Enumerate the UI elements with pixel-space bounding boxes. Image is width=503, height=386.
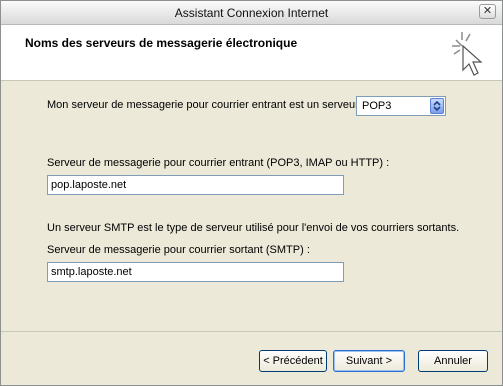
smtp-info-text: Un serveur SMTP est le type de serveur u… (47, 222, 460, 234)
title-bar[interactable]: Assistant Connexion Internet ✕ (1, 1, 502, 25)
incoming-server-label: Serveur de messagerie pour courrier entr… (47, 157, 390, 169)
incoming-server-type-value: POP3 (362, 100, 392, 112)
chevron-down-icon[interactable] (430, 98, 444, 114)
back-button[interactable]: < Précédent (259, 350, 327, 372)
footer-divider (1, 331, 502, 332)
incoming-server-type-select[interactable]: POP3 (356, 96, 446, 116)
page-title: Noms des serveurs de messagerie électron… (25, 36, 298, 50)
next-button[interactable]: Suivant > (333, 350, 405, 372)
outgoing-server-label: Serveur de messagerie pour courrier sort… (47, 244, 310, 256)
close-icon[interactable]: ✕ (479, 4, 496, 19)
cancel-button[interactable]: Annuler (418, 350, 488, 372)
incoming-server-input[interactable]: pop.laposte.net (47, 175, 344, 195)
outgoing-server-input[interactable]: smtp.laposte.net (47, 262, 344, 282)
wizard-cursor-icon (452, 32, 483, 76)
window-title: Assistant Connexion Internet (174, 6, 329, 20)
wizard-header: Noms des serveurs de messagerie électron… (1, 25, 502, 81)
incoming-server-type-label: Mon serveur de messagerie pour courrier … (47, 99, 359, 111)
wizard-window: Assistant Connexion Internet ✕ Noms des … (0, 0, 503, 386)
